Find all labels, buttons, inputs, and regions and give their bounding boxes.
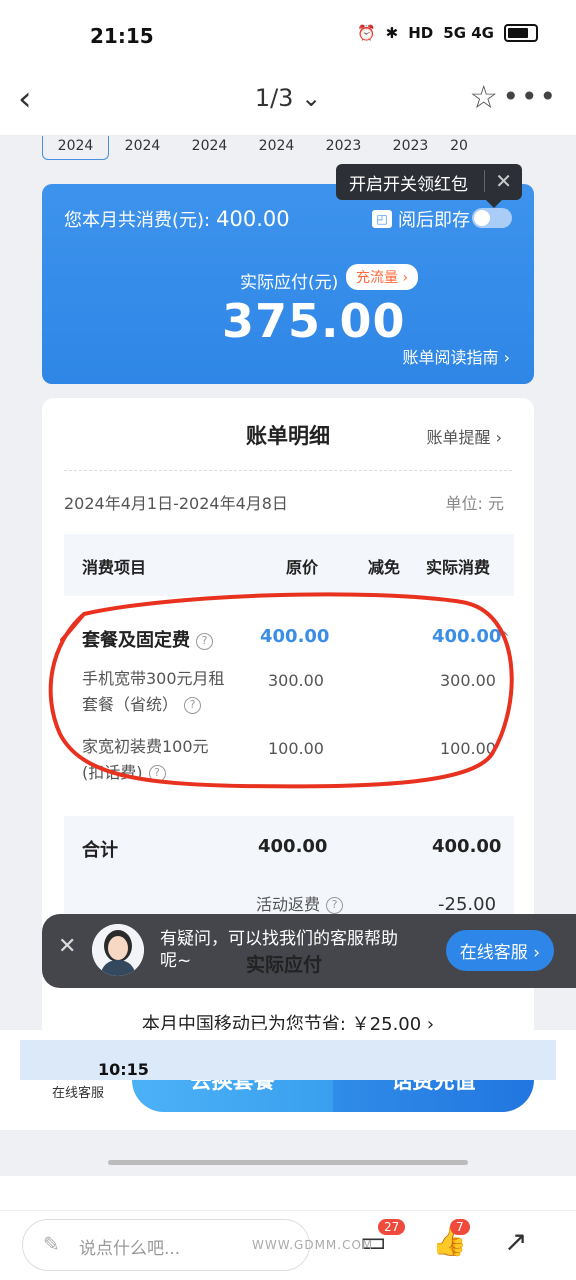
total-spend: 您本月共消费(元): 400.00 (64, 206, 290, 232)
red-annotation-circle (48, 592, 514, 789)
bill-guide-link[interactable]: 账单阅读指南 › (403, 344, 511, 368)
actual-pay-row-label: 实际应付 (246, 954, 323, 976)
summary-card: 您本月共消费(元): 400.00 ◰ 阅后即存 实际应付(元) 充流量 › 37… (42, 184, 534, 384)
promo-label: 活动返费 (256, 895, 321, 914)
save-toggle[interactable] (472, 208, 512, 228)
like-count-badge: 7 (450, 1219, 470, 1235)
battery-icon (504, 24, 538, 42)
header-discount: 减免 (368, 558, 401, 577)
save-label: 阅后即存 (398, 210, 470, 231)
like-button[interactable]: 👍 7 (432, 1219, 470, 1258)
year-tab[interactable]: 2023 (377, 136, 444, 162)
share-button[interactable]: ↗ (504, 1225, 527, 1258)
year-tabs: 2024 2024 2024 2024 2023 2023 20 (42, 136, 542, 162)
agent-avatar-icon (92, 924, 144, 976)
total-row: 合计 400.00 400.00 (64, 816, 514, 880)
signal-icon: 5G 4G (443, 24, 494, 42)
year-tab[interactable]: 20 (444, 136, 474, 162)
red-packet-tooltip: 开启开关领红包 ✕ (336, 164, 522, 208)
header-item: 消费项目 (82, 558, 147, 577)
header-actual: 实际消费 (426, 558, 491, 577)
avatar (92, 924, 144, 976)
status-icons: ⏰ ✱ HD 5G 4G (357, 24, 538, 42)
watermark: WWW.GDMM.COM (252, 1238, 374, 1252)
status-time: 21:15 (90, 24, 154, 48)
close-icon[interactable]: ✕ (58, 934, 76, 959)
help-icon[interactable]: ? (326, 897, 344, 914)
hd-badge: HD (408, 24, 434, 42)
comment-placeholder: 说点什么吧... (79, 1239, 181, 1259)
home-indicator (108, 1160, 468, 1165)
close-icon[interactable]: ✕ (484, 170, 512, 192)
total-spend-label: 您本月共消费(元): (64, 210, 211, 231)
actual-pay-label: 实际应付(元) (240, 273, 339, 293)
total-label: 合计 (82, 840, 118, 861)
year-tab[interactable]: 2024 (109, 136, 176, 162)
total-original: 400.00 (258, 836, 328, 857)
divider (64, 470, 512, 471)
total-spend-value: 400.00 (216, 207, 290, 231)
star-icon[interactable]: ☆ (469, 78, 498, 116)
bluetooth-icon: ✱ (385, 24, 399, 42)
pen-icon: ✎ (43, 1232, 60, 1256)
service-label: 在线客服 (51, 1086, 104, 1101)
alarm-icon: ⏰ (356, 24, 376, 42)
header-original: 原价 (286, 558, 319, 577)
save-icon: ◰ (372, 210, 392, 228)
date-range: 2024年4月1日-2024年4月8日 (64, 494, 288, 513)
preview-time: 10:15 (98, 1060, 149, 1079)
year-tab[interactable]: 2024 (243, 136, 310, 162)
bill-remind-link[interactable]: 账单提醒 › (427, 424, 503, 448)
online-service-button[interactable]: 在线客服 › (445, 930, 554, 971)
more-icon[interactable]: ••• (502, 80, 558, 113)
year-tab[interactable]: 2023 (310, 136, 377, 162)
bill-page: 2024 2024 2024 2024 2023 2023 20 您本月共消费(… (0, 136, 576, 1176)
year-tab[interactable]: 2024 (176, 136, 243, 162)
total-actual: 400.00 (432, 836, 502, 857)
unit-label: 单位: 元 (445, 494, 504, 513)
next-image-preview[interactable]: 10:15 (20, 1040, 556, 1080)
actual-pay-amount: 375.00 (222, 294, 406, 348)
year-tab[interactable]: 2024 (42, 136, 109, 160)
recharge-data-button[interactable]: 充流量 › (346, 264, 419, 290)
save-after-read: ◰ 阅后即存 (372, 206, 470, 232)
customer-service-banner: ✕ 有疑问，可以找我们的客服帮助呢~ 在线客服 › 实际应付 (42, 914, 576, 988)
share-icon: ↗ (504, 1225, 528, 1258)
tooltip-text: 开启开关领红包 (349, 174, 468, 195)
top-nav-bar: ‹ 1/3 ⌄ ☆ ••• (0, 60, 576, 136)
comment-count-badge: 27 (378, 1219, 406, 1235)
